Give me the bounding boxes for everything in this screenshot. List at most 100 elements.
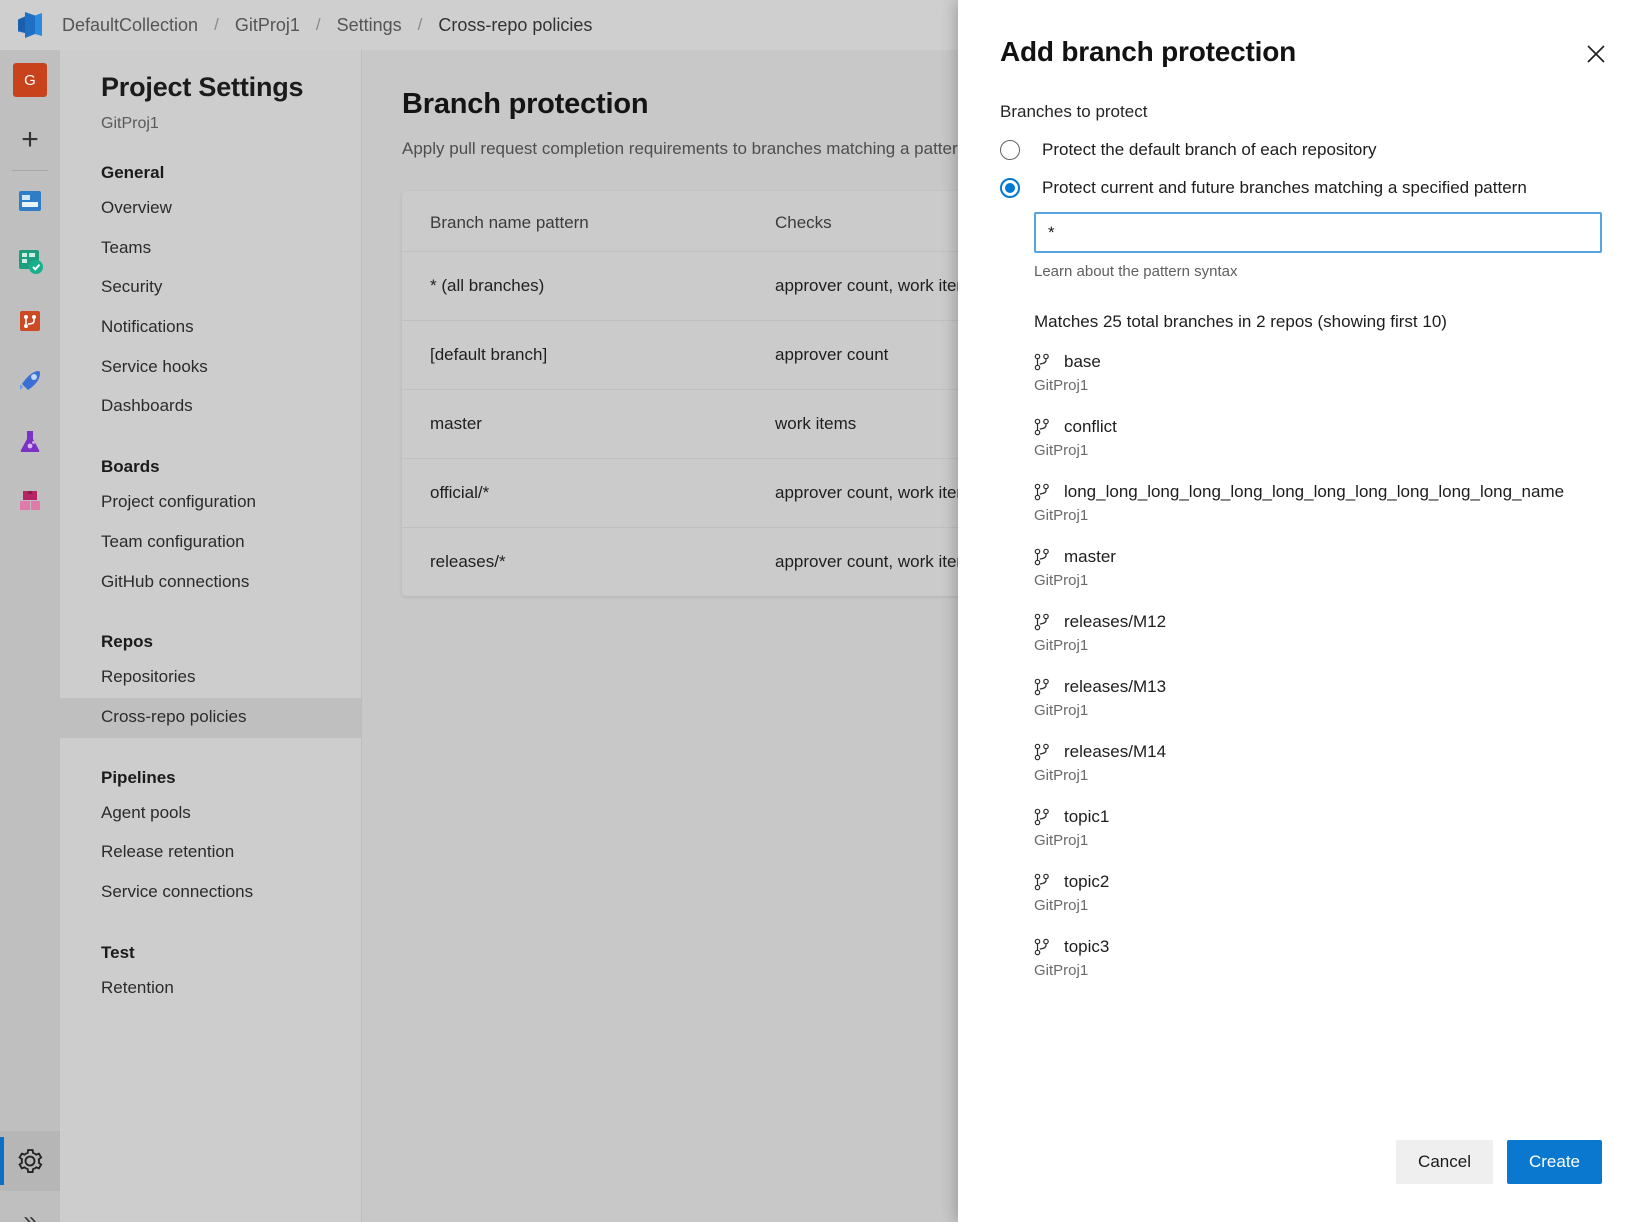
branch-row: topic2 bbox=[1034, 872, 1602, 892]
cell-branch-pattern: * (all branches) bbox=[430, 276, 775, 296]
sidebar-item-github-connections[interactable]: GitHub connections bbox=[60, 563, 361, 603]
sidebar-item-service-hooks[interactable]: Service hooks bbox=[60, 348, 361, 388]
settings-nav-list: GeneralOverviewTeamsSecurityNotification… bbox=[60, 133, 361, 1008]
cell-branch-pattern: [default branch] bbox=[430, 345, 775, 365]
add-branch-protection-panel: Add branch protection Branches to protec… bbox=[958, 0, 1644, 1222]
left-icon-rail: G + bbox=[0, 50, 60, 1222]
azure-devops-logo-icon[interactable] bbox=[0, 0, 60, 50]
list-item: master GitProj1 bbox=[1034, 547, 1602, 589]
sidebar-item-notifications[interactable]: Notifications bbox=[60, 308, 361, 348]
branch-name: long_long_long_long_long_long_long_long_… bbox=[1064, 482, 1564, 502]
add-icon[interactable]: + bbox=[0, 110, 60, 170]
boards-icon[interactable] bbox=[0, 231, 60, 291]
list-item: releases/M14GitProj1 bbox=[1034, 742, 1602, 784]
branch-name: conflict bbox=[1064, 417, 1117, 437]
branch-name: topic3 bbox=[1064, 937, 1109, 957]
branch-repo-name: GitProj1 bbox=[1034, 442, 1602, 459]
breadcrumb-separator: / bbox=[200, 15, 233, 35]
nav-group-repos: Repos bbox=[60, 602, 361, 658]
cell-branch-pattern: official/* bbox=[430, 483, 775, 503]
breadcrumb-separator: / bbox=[404, 15, 437, 35]
nav-group-general: General bbox=[60, 133, 361, 189]
branch-name: releases/M14 bbox=[1064, 742, 1166, 762]
radio-default-branch-label: Protect the default branch of each repos… bbox=[1042, 140, 1377, 160]
branch-row: topic3 bbox=[1034, 937, 1602, 957]
project-avatar[interactable]: G bbox=[0, 50, 60, 110]
git-branch-icon bbox=[1034, 938, 1056, 956]
list-item: base GitProj1 bbox=[1034, 352, 1602, 394]
list-item: releases/M12 GitProj1 bbox=[1034, 612, 1602, 654]
breadcrumb-separator: / bbox=[302, 15, 335, 35]
panel-footer: Cancel Create bbox=[958, 1140, 1644, 1222]
column-header-pattern: Branch name pattern bbox=[430, 213, 775, 233]
branch-row: long_long_long_long_long_long_long_long_… bbox=[1034, 482, 1602, 502]
branch-row: master bbox=[1034, 547, 1602, 567]
cancel-button[interactable]: Cancel bbox=[1396, 1140, 1493, 1184]
matching-branch-list: base GitProj1 conflict GitProj1 long_long_lo… bbox=[1000, 352, 1602, 979]
branch-pattern-input[interactable] bbox=[1034, 212, 1602, 253]
pipelines-icon[interactable] bbox=[0, 351, 60, 411]
page-title: Project Settings bbox=[60, 72, 361, 103]
settings-sidebar: Project Settings GitProj1 GeneralOvervie… bbox=[60, 50, 362, 1222]
branch-name: master bbox=[1064, 547, 1116, 567]
sidebar-item-agent-pools[interactable]: Agent pools bbox=[60, 794, 361, 834]
boards-overview-icon[interactable] bbox=[0, 171, 60, 231]
matches-summary: Matches 25 total branches in 2 repos (sh… bbox=[1000, 312, 1602, 332]
branch-repo-name: GitProj1 bbox=[1034, 507, 1602, 524]
nav-group-boards: Boards bbox=[60, 427, 361, 483]
branch-repo-name: GitProj1 bbox=[1034, 962, 1602, 979]
sidebar-item-overview[interactable]: Overview bbox=[60, 189, 361, 229]
git-branch-icon bbox=[1034, 353, 1056, 371]
radio-protect-default-branch[interactable]: Protect the default branch of each repos… bbox=[1000, 140, 1602, 160]
sidebar-item-repositories[interactable]: Repositories bbox=[60, 658, 361, 698]
add-icon-glyph: + bbox=[21, 125, 39, 155]
pattern-syntax-hint[interactable]: Learn about the pattern syntax bbox=[1034, 263, 1602, 280]
close-icon[interactable] bbox=[1578, 36, 1614, 72]
branch-row: releases/M13 bbox=[1034, 677, 1602, 697]
panel-title: Add branch protection bbox=[1000, 36, 1602, 68]
sidebar-item-team-configuration[interactable]: Team configuration bbox=[60, 523, 361, 563]
sidebar-item-project-configuration[interactable]: Project configuration bbox=[60, 483, 361, 523]
branch-repo-name: GitProj1 bbox=[1034, 572, 1602, 589]
radio-pattern-control[interactable] bbox=[1000, 178, 1020, 198]
branch-repo-name: GitProj1 bbox=[1034, 637, 1602, 654]
branch-name: releases/M13 bbox=[1064, 677, 1166, 697]
expand-sidebar-icon[interactable]: » bbox=[0, 1191, 60, 1222]
create-button[interactable]: Create bbox=[1507, 1140, 1602, 1184]
list-item: topic3 GitProj1 bbox=[1034, 937, 1602, 979]
breadcrumb-item-3[interactable]: Cross-repo policies bbox=[436, 15, 594, 36]
radio-protect-pattern[interactable]: Protect current and future branches matc… bbox=[1000, 178, 1602, 198]
repos-icon[interactable] bbox=[0, 291, 60, 351]
sidebar-item-security[interactable]: Security bbox=[60, 268, 361, 308]
breadcrumb-item-2[interactable]: Settings bbox=[335, 15, 404, 36]
branch-row: releases/M12 bbox=[1034, 612, 1602, 632]
project-settings-gear-icon[interactable] bbox=[0, 1131, 60, 1191]
list-item: releases/M13 GitProj1 bbox=[1034, 677, 1602, 719]
sidebar-item-retention[interactable]: Retention bbox=[60, 969, 361, 1009]
sidebar-item-dashboards[interactable]: Dashboards bbox=[60, 387, 361, 427]
radio-default-branch-control[interactable] bbox=[1000, 140, 1020, 160]
panel-header: Add branch protection bbox=[958, 0, 1644, 68]
test-plans-icon[interactable] bbox=[0, 411, 60, 471]
branch-repo-name: GitProj1 bbox=[1034, 377, 1602, 394]
branch-repo-name: GitProj1 bbox=[1034, 897, 1602, 914]
branch-name: topic1 bbox=[1064, 807, 1109, 827]
list-item: topic1GitProj1 bbox=[1034, 807, 1602, 849]
branch-row: base bbox=[1034, 352, 1602, 372]
pattern-field-wrap: Learn about the pattern syntax bbox=[1000, 212, 1602, 280]
sidebar-item-service-connections[interactable]: Service connections bbox=[60, 873, 361, 913]
git-branch-icon bbox=[1034, 743, 1056, 761]
sidebar-item-release-retention[interactable]: Release retention bbox=[60, 833, 361, 873]
cell-branch-pattern: releases/* bbox=[430, 552, 775, 572]
branch-row: releases/M14 bbox=[1034, 742, 1602, 762]
branch-name: releases/M12 bbox=[1064, 612, 1166, 632]
sidebar-item-teams[interactable]: Teams bbox=[60, 229, 361, 269]
artifacts-icon[interactable] bbox=[0, 471, 60, 531]
git-branch-icon bbox=[1034, 548, 1056, 566]
app-root: DefaultCollection / GitProj1 / Settings … bbox=[0, 0, 1644, 1222]
git-branch-icon bbox=[1034, 873, 1056, 891]
sidebar-item-cross-repo-policies[interactable]: Cross-repo policies bbox=[60, 698, 361, 738]
breadcrumb-item-0[interactable]: DefaultCollection bbox=[60, 15, 200, 36]
branch-repo-name: GitProj1 bbox=[1034, 702, 1602, 719]
breadcrumb-item-1[interactable]: GitProj1 bbox=[233, 15, 302, 36]
